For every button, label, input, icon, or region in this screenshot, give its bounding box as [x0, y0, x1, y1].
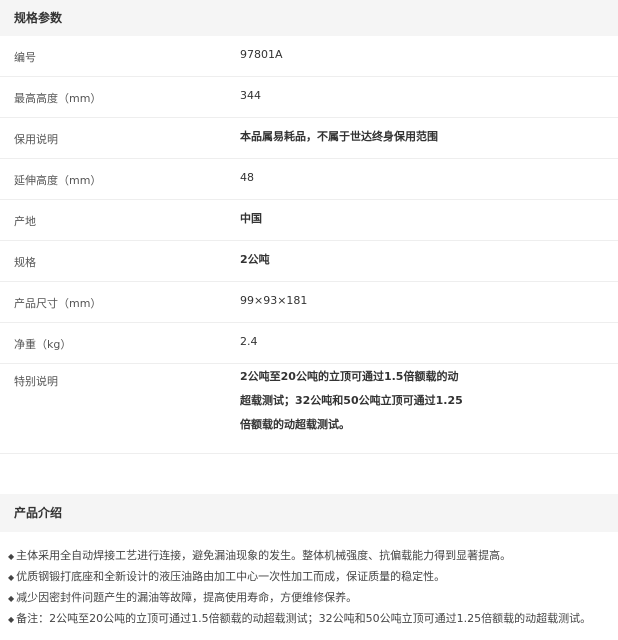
spec-label: 特别说明 — [14, 375, 58, 388]
spec-label: 最高高度（mm） — [14, 92, 102, 105]
spec-table: 编号 97801A 最高高度（mm） 344 保用说明 本品属易耗品，不属于世达终身保用范… — [0, 36, 618, 454]
spec-row: 规格 2公吨 — [0, 241, 618, 282]
intro-section-title: 产品介绍 — [0, 494, 618, 532]
intro-item: ◆ 减少因密封件问题产生的漏油等故障，提高使用寿命，方便维修保养。 — [8, 587, 618, 608]
bullet-icon: ◆ — [8, 594, 15, 603]
spec-label: 产地 — [14, 215, 36, 228]
spec-value: 99×93×181 — [240, 294, 308, 307]
spec-value: 97801A — [240, 48, 283, 61]
intro-item-text: 备注：2公吨至20公吨的立顶可通过1.5倍额载的动超载测试；32公吨和50公吨立… — [16, 612, 592, 625]
spec-row: 最高高度（mm） 344 — [0, 77, 618, 118]
spec-label: 规格 — [14, 256, 36, 269]
spec-value: 48 — [240, 171, 254, 184]
bullet-icon: ◆ — [8, 615, 15, 624]
intro-item-text: 优质钢锻打底座和全新设计的液压油路由加工中心一次性加工而成，保证质量的稳定性。 — [16, 570, 446, 583]
spec-value: 2.4 — [240, 335, 258, 348]
spec-row: 保用说明 本品属易耗品，不属于世达终身保用范围 — [0, 118, 618, 159]
intro-item: ◆ 优质钢锻打底座和全新设计的液压油路由加工中心一次性加工而成，保证质量的稳定性。 — [8, 566, 618, 587]
spec-value-line: 倍额载的动超载测试。 — [240, 418, 350, 431]
spec-value: 344 — [240, 89, 261, 102]
spec-value: 2公吨至20公吨的立顶可通过1.5倍额载的动 超载测试；32公吨和50公吨立顶可通… — [240, 365, 470, 437]
spec-label: 编号 — [14, 51, 36, 64]
intro-item-text: 减少因密封件问题产生的漏油等故障，提高使用寿命，方便维修保养。 — [16, 591, 358, 604]
spec-label: 净重（kg） — [14, 338, 72, 351]
spec-row: 产品尺寸（mm） 99×93×181 — [0, 282, 618, 323]
spec-value: 中国 — [240, 212, 262, 225]
spec-value-line: 超载测试；32公吨和50公吨立顶可通过1.25 — [240, 394, 463, 407]
intro-item: ◆ 备注：2公吨至20公吨的立顶可通过1.5倍额载的动超载测试；32公吨和50公吨… — [8, 608, 618, 629]
spec-section-title: 规格参数 — [0, 0, 618, 36]
spec-row: 净重（kg） 2.4 — [0, 323, 618, 364]
bullet-icon: ◆ — [8, 552, 15, 561]
intro-list: ◆ 主体采用全自动焊接工艺进行连接，避免漏油现象的发生。整体机械强度、抗偏载能力得… — [8, 545, 618, 629]
spec-row: 特别说明 2公吨至20公吨的立顶可通过1.5倍额载的动 超载测试；32公吨和50公吨… — [0, 364, 618, 454]
spec-label: 延伸高度（mm） — [14, 174, 102, 187]
spec-row: 编号 97801A — [0, 36, 618, 77]
spec-value: 本品属易耗品，不属于世达终身保用范围 — [240, 130, 438, 143]
spec-value: 2公吨 — [240, 253, 270, 266]
spec-value-line: 2公吨至20公吨的立顶可通过1.5倍额载的动 — [240, 370, 459, 383]
spec-row: 产地 中国 — [0, 200, 618, 241]
intro-item: ◆ 主体采用全自动焊接工艺进行连接，避免漏油现象的发生。整体机械强度、抗偏载能力得… — [8, 545, 618, 566]
spec-row: 延伸高度（mm） 48 — [0, 159, 618, 200]
spec-label: 保用说明 — [14, 133, 58, 146]
bullet-icon: ◆ — [8, 573, 15, 582]
intro-item-text: 主体采用全自动焊接工艺进行连接，避免漏油现象的发生。整体机械强度、抗偏载能力得到… — [16, 549, 512, 562]
spec-label: 产品尺寸（mm） — [14, 297, 102, 310]
